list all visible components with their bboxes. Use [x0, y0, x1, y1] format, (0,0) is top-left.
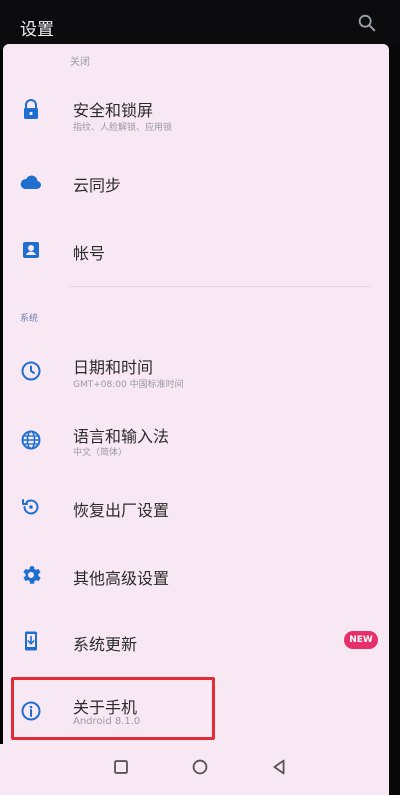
settings-item-system-update[interactable]: 系统更新 [3, 608, 389, 674]
navigation-bar [0, 744, 400, 795]
settings-item-factory-reset[interactable]: 恢复出厂设置 [3, 473, 389, 539]
new-badge: NEW [344, 631, 378, 649]
cloud-icon [20, 175, 41, 189]
top-bar: 设置 [0, 0, 400, 50]
settings-item-security-lock[interactable]: 安全和锁屏 指纹、人脸解锁、应用锁 [3, 77, 389, 143]
system-update-icon [25, 631, 37, 651]
settings-item-label: 云同步 [73, 176, 122, 195]
section-header-system: 系统 [20, 314, 39, 324]
back-button-icon[interactable] [268, 756, 290, 778]
settings-item-label: 其他高级设置 [73, 569, 170, 588]
settings-item-language-input[interactable]: 语言和输入法 中文（简体） [3, 405, 389, 471]
settings-item-label: 语言和输入法 [73, 427, 170, 446]
settings-item-label: 帐号 [73, 244, 106, 263]
clock-icon [21, 361, 41, 381]
settings-item-subtitle: 指纹、人脸解锁、应用锁 [73, 123, 173, 133]
settings-item-cloud-sync[interactable]: 云同步 [3, 148, 389, 214]
globe-icon [21, 430, 41, 450]
previous-item-subtitle: 关闭 [70, 57, 90, 68]
right-edge [389, 44, 400, 795]
section-divider [70, 286, 370, 287]
home-button-icon[interactable] [189, 756, 211, 778]
account-icon [23, 242, 39, 258]
settings-item-subtitle: 中文（简体） [73, 448, 128, 458]
settings-item-subtitle: GMT+08:00 中国标准时间 [73, 380, 184, 390]
settings-item-label: 日期和时间 [73, 358, 154, 377]
gear-icon [23, 566, 41, 584]
settings-item-advanced[interactable]: 其他高级设置 [3, 541, 389, 607]
recents-button-icon[interactable] [110, 756, 132, 778]
settings-item-date-time[interactable]: 日期和时间 GMT+08:00 中国标准时间 [3, 337, 389, 403]
settings-screen: 设置 关闭 安全和锁屏 指纹、人脸解锁、应用锁 云同步 帐号 系统 日期和时间 … [0, 0, 400, 795]
restore-icon [22, 499, 39, 515]
settings-item-account[interactable]: 帐号 [3, 216, 389, 282]
settings-item-label: 恢复出厂设置 [73, 501, 170, 520]
settings-item-label: 安全和锁屏 [73, 101, 154, 120]
highlight-box [11, 677, 215, 740]
lock-icon [24, 99, 38, 119]
settings-item-label: 系统更新 [73, 635, 138, 654]
page-title: 设置 [20, 20, 54, 40]
search-icon[interactable] [356, 12, 378, 34]
